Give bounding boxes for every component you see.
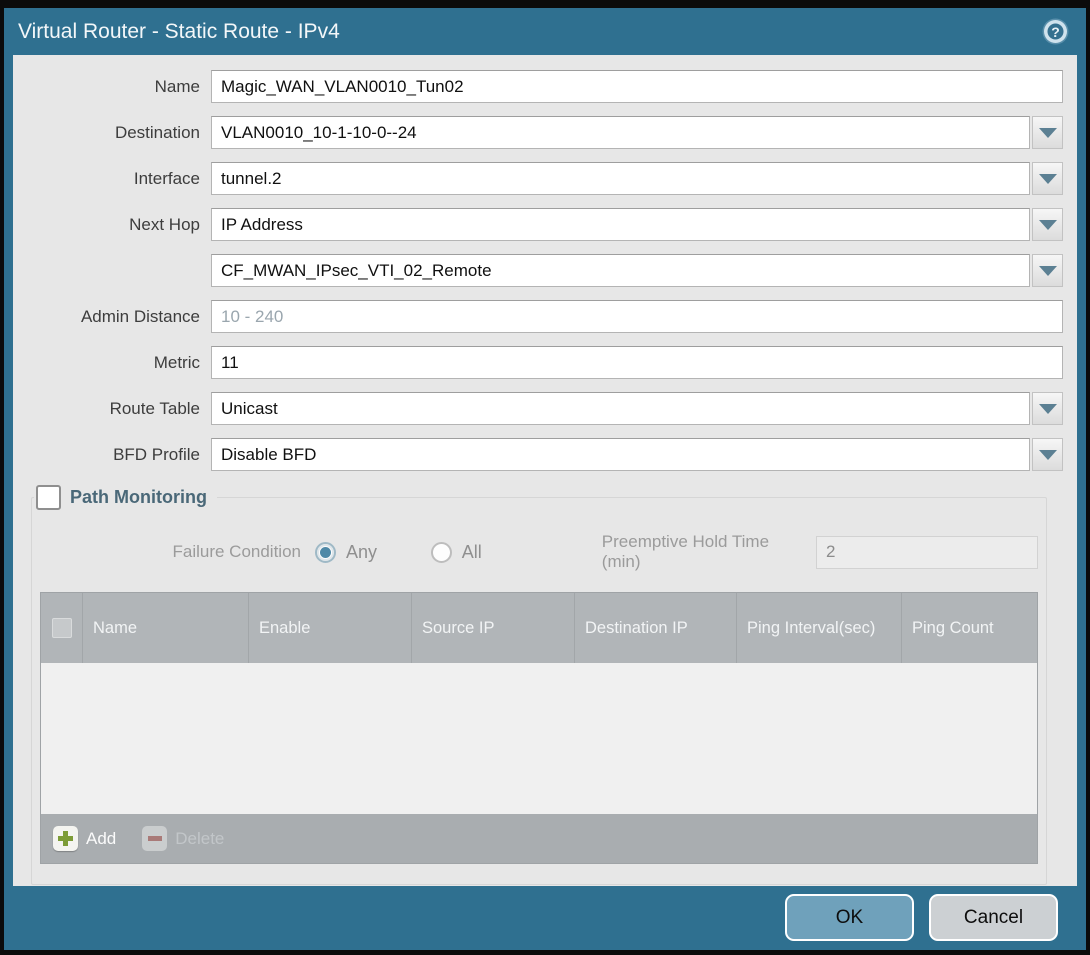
chevron-down-icon <box>1039 450 1057 460</box>
next-hop-type-input[interactable] <box>211 208 1030 241</box>
path-monitoring-section: Path Monitoring Failure Condition Any Al… <box>31 497 1047 885</box>
form-row-route-table: Route Table <box>13 392 1063 425</box>
table-toolbar: Add Delete <box>41 814 1037 863</box>
interface-input[interactable] <box>211 162 1030 195</box>
destination-label: Destination <box>13 123 211 143</box>
metric-label: Metric <box>13 353 211 373</box>
form-row-interface: Interface <box>13 162 1063 195</box>
chevron-down-icon <box>1039 266 1057 276</box>
delete-icon <box>142 826 167 851</box>
dialog-body: Name Destination Interface Next Hop <box>13 55 1077 886</box>
form-row-name: Name <box>13 70 1063 103</box>
table-header-name: Name <box>82 593 248 663</box>
help-icon[interactable]: ? <box>1041 17 1070 46</box>
path-monitoring-legend: Path Monitoring <box>34 485 217 510</box>
interface-dropdown-button[interactable] <box>1032 162 1063 195</box>
chevron-down-icon <box>1039 174 1057 184</box>
preemptive-hold-time-label: Preemptive Hold Time (min) <box>602 532 816 572</box>
delete-button-label: Delete <box>175 829 224 849</box>
table-header-destination-ip: Destination IP <box>574 593 736 663</box>
metric-input[interactable] <box>211 346 1063 379</box>
select-all-checkbox[interactable] <box>52 618 72 638</box>
form-row-metric: Metric <box>13 346 1063 379</box>
cancel-button[interactable]: Cancel <box>929 894 1058 941</box>
dialog-footer: OK Cancel <box>4 886 1086 950</box>
route-table-dropdown-button[interactable] <box>1032 392 1063 425</box>
name-input[interactable] <box>211 70 1063 103</box>
failure-condition-all-radio[interactable] <box>431 542 452 563</box>
next-hop-dropdown-button[interactable] <box>1032 208 1063 241</box>
add-button[interactable]: Add <box>53 826 116 851</box>
failure-condition-any-label: Any <box>346 542 377 563</box>
table-header-row: Name Enable Source IP Destination IP Pin… <box>41 593 1037 663</box>
failure-condition-all-label: All <box>462 542 482 563</box>
form-row-destination: Destination <box>13 116 1063 149</box>
chevron-down-icon <box>1039 404 1057 414</box>
failure-condition-label: Failure Condition <box>40 542 315 562</box>
name-label: Name <box>13 77 211 97</box>
add-icon <box>53 826 78 851</box>
bfd-profile-input[interactable] <box>211 438 1030 471</box>
destination-dropdown-button[interactable] <box>1032 116 1063 149</box>
delete-button[interactable]: Delete <box>142 826 224 851</box>
path-monitoring-table: Name Enable Source IP Destination IP Pin… <box>40 592 1038 864</box>
svg-text:?: ? <box>1051 24 1060 40</box>
path-monitoring-title: Path Monitoring <box>70 487 207 508</box>
path-monitoring-checkbox[interactable] <box>36 485 61 510</box>
table-header-source-ip: Source IP <box>411 593 574 663</box>
interface-label: Interface <box>13 169 211 189</box>
chevron-down-icon <box>1039 128 1057 138</box>
table-header-ping-count: Ping Count <box>901 593 1037 663</box>
bfd-profile-dropdown-button[interactable] <box>1032 438 1063 471</box>
admin-distance-label: Admin Distance <box>13 307 211 327</box>
next-hop-address-dropdown-button[interactable] <box>1032 254 1063 287</box>
preemptive-hold-time-input[interactable] <box>816 536 1038 569</box>
dialog-titlebar: Virtual Router - Static Route - IPv4 ? <box>4 8 1086 55</box>
table-header-ping-interval: Ping Interval(sec) <box>736 593 901 663</box>
failure-condition-any-radio[interactable] <box>315 542 336 563</box>
route-table-label: Route Table <box>13 399 211 419</box>
route-table-input[interactable] <box>211 392 1030 425</box>
next-hop-label: Next Hop <box>13 215 211 235</box>
table-header-select-all <box>41 593 82 663</box>
destination-input[interactable] <box>211 116 1030 149</box>
form-row-next-hop: Next Hop <box>13 208 1063 241</box>
chevron-down-icon <box>1039 220 1057 230</box>
form-row-bfd-profile: BFD Profile <box>13 438 1063 471</box>
form-row-admin-distance: Admin Distance <box>13 300 1063 333</box>
form-row-next-hop-address <box>13 254 1063 287</box>
dialog-title: Virtual Router - Static Route - IPv4 <box>18 20 340 44</box>
next-hop-address-input[interactable] <box>211 254 1030 287</box>
failure-condition-row: Failure Condition Any All Preemptive Hol… <box>40 532 1038 572</box>
static-route-dialog: Virtual Router - Static Route - IPv4 ? N… <box>4 8 1086 950</box>
add-button-label: Add <box>86 829 116 849</box>
ok-button[interactable]: OK <box>785 894 914 941</box>
admin-distance-input[interactable] <box>211 300 1063 333</box>
table-body-empty <box>41 663 1037 814</box>
table-header-enable: Enable <box>248 593 411 663</box>
bfd-profile-label: BFD Profile <box>13 445 211 465</box>
